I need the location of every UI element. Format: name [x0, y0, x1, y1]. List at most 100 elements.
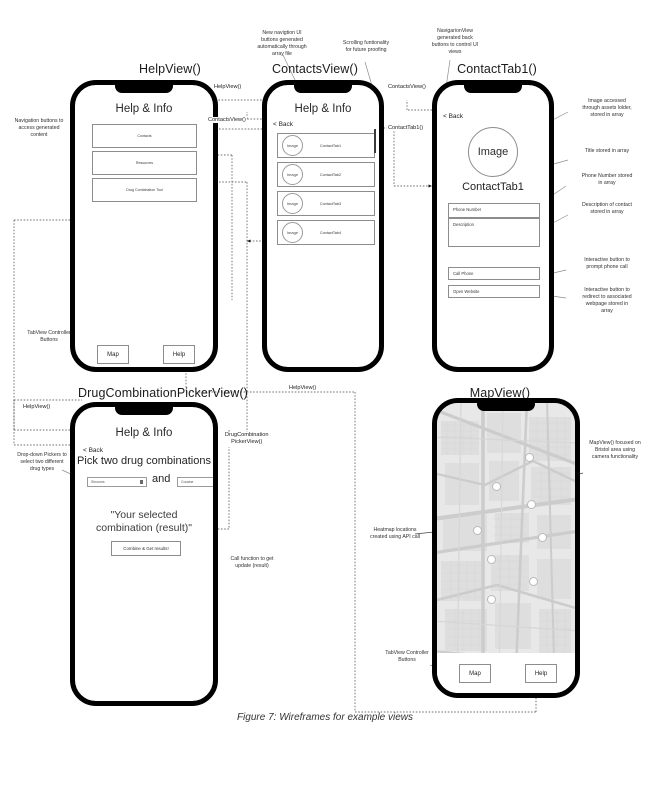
pickerview-title: DrugCombinationPickerView(): [78, 386, 248, 400]
map-heatmap-pin[interactable]: [492, 482, 501, 491]
phone-notch: [464, 85, 522, 93]
pickerview-conjunction: and: [152, 473, 171, 485]
chevron-down-icon: [139, 480, 143, 484]
map-heatmap-pin[interactable]: [473, 526, 482, 535]
contactsview-screen: Help & Info < Back Image ContactTab1 Ima…: [267, 85, 379, 367]
menu-label: Contacts: [137, 134, 152, 138]
contactsview-nav-title: Help & Info: [294, 103, 352, 115]
tab-label: Help: [172, 351, 186, 358]
helpview-menu-resources[interactable]: Resources: [92, 151, 197, 175]
contact-image-placeholder: Image: [282, 222, 303, 243]
map-canvas[interactable]: [437, 403, 575, 693]
phone-notch: [294, 85, 352, 93]
contact-row-label: ContactTab1: [319, 143, 342, 148]
map-heatmap-pin[interactable]: [525, 453, 534, 462]
contacts-row-4[interactable]: Image ContactTab4: [277, 220, 375, 245]
picker-value: Shrooms: [91, 480, 105, 484]
map-heatmap-pin[interactable]: [538, 533, 547, 542]
annotation-image-assets: Image accessed through assets lolder, st…: [582, 98, 632, 118]
annotation-call-button: Interactive button to prompt phone call: [584, 257, 630, 270]
flow-label-contacttab-a: ContactTab1(): [387, 125, 425, 131]
helpview-tab-help[interactable]: Help: [163, 345, 195, 364]
contact-image-placeholder: Image: [282, 193, 303, 214]
phone-mapview: Map Help: [432, 398, 580, 698]
phone-contactsview: Help & Info < Back Image ContactTab1 Ima…: [262, 80, 384, 372]
contacts-row-3[interactable]: Image ContactTab3: [277, 191, 375, 216]
contacttab-back-button[interactable]: < Back: [443, 113, 463, 120]
tab-label: Help: [534, 670, 548, 677]
annotation-description-array: Description of contact stored in array: [582, 202, 632, 215]
annotation-title-array: Title stored in array: [584, 148, 630, 154]
mapview-tab-map[interactable]: Map: [459, 664, 491, 683]
helpview-menu-drug-combination-tool[interactable]: Drug Combination Tool: [92, 178, 197, 202]
flow-label-helpview-c: HelpView(): [22, 404, 52, 410]
contacts-row-2[interactable]: Image ContactTab2: [277, 162, 375, 187]
menu-label: Resources: [135, 161, 154, 165]
annotation-website-button: Interactive button to redirect to associ…: [582, 287, 632, 314]
contact-row-label: ContactTab4: [319, 230, 342, 235]
phone-notch: [115, 85, 173, 93]
contacttab-call-phone-button[interactable]: Call Phone: [448, 267, 540, 280]
drug-picker-two[interactable]: Cocaine: [177, 477, 213, 487]
helpview-tab-map[interactable]: Map: [97, 345, 129, 364]
contacttab-name: ContactTab1: [462, 181, 524, 193]
flow-label-contactsview-a: ContactsView(): [207, 117, 247, 123]
phone-helpview: Help & Info Contacts Resources Drug Comb…: [70, 80, 218, 372]
pickerview-prompt: Pick two drug combinations: [77, 455, 211, 467]
annotation-phone-array: Phone Number stored in array: [581, 173, 633, 186]
figure-caption: Figure 7: Wireframes for example views: [236, 712, 414, 723]
flow-label-contactsview-b: ContactsView(): [387, 84, 427, 90]
annotation-nav-buttons: Navigation buttons to access generated c…: [14, 118, 64, 138]
contact-image-placeholder: Image: [282, 135, 303, 156]
annotation-navigation-back: NavigarionView generated back buttons to…: [431, 28, 479, 55]
pickerview-nav-title: Help & Info: [115, 427, 173, 439]
phone-notch: [115, 407, 173, 415]
pickerview-result-text: "Your selected combination (result)": [96, 509, 192, 535]
flow-label-helpview-a: HelpView(): [213, 84, 243, 90]
contacttab-open-website-button[interactable]: Open Website: [448, 285, 540, 298]
annotation-tabview-buttons-help: TabView Controller Buttons: [27, 330, 71, 343]
phone-contacttab: < Back Image ContactTab1 Phone Number De…: [432, 80, 554, 372]
map-heatmap-pin[interactable]: [529, 577, 538, 586]
annotation-heatmap: Heatmap locations created using API call: [370, 527, 420, 540]
contacttab-description-field: Description: [448, 218, 540, 247]
contacttab-title: ContactTab1(): [457, 62, 537, 76]
tab-label: Map: [107, 351, 119, 358]
phone-pickerview: Help & Info < Back Pick two drug combina…: [70, 402, 218, 706]
annotation-call-function: Call function to get update (result): [230, 556, 274, 569]
figure-canvas: HelpView() Help & Info Contacts Resource…: [0, 0, 650, 800]
contact-row-label: ContactTab3: [319, 201, 342, 206]
annotation-new-nav-ui: New navigtion UI buttons generated autom…: [257, 30, 307, 57]
map-heatmap-pin[interactable]: [487, 595, 496, 604]
mapview-tab-help[interactable]: Help: [525, 664, 557, 683]
contactsview-title: ContactsView(): [272, 62, 358, 76]
pickerview-screen: Help & Info < Back Pick two drug combina…: [75, 407, 213, 701]
annotation-scrolling: Scrolling funtionality for future proofi…: [342, 40, 390, 53]
contact-row-label: ContactTab2: [319, 172, 342, 177]
contact-image-placeholder: Image: [282, 164, 303, 185]
menu-label: Drug Combination Tool: [126, 188, 163, 192]
tab-label: Map: [469, 670, 481, 677]
annotation-tabview-buttons-map: TabView Controller Buttons: [385, 650, 429, 663]
drug-picker-one[interactable]: Shrooms: [87, 477, 147, 487]
helpview-screen: Help & Info Contacts Resources Drug Comb…: [75, 85, 213, 367]
annotation-dropdown-pickers: Drop-down Pickers to select two differen…: [17, 452, 67, 472]
contacttab-phone-field: Phone Number: [448, 203, 540, 218]
contactsview-back-button[interactable]: < Back: [273, 121, 293, 128]
picker-value: Cocaine: [181, 480, 194, 484]
contacts-row-1[interactable]: Image ContactTab1: [277, 133, 375, 158]
combine-get-results-button[interactable]: Combine & Get results!: [111, 541, 181, 556]
contacttab-avatar: Image: [468, 127, 518, 177]
contactsview-scrollbar[interactable]: [374, 129, 376, 153]
map-heatmap-pin[interactable]: [527, 500, 536, 509]
annotation-map-camera: MapView() focused on Bristol area using …: [589, 440, 641, 460]
pickerview-back-button[interactable]: < Back: [83, 447, 103, 454]
flow-label-pickerview: DrugCombination PickerView(): [224, 432, 270, 447]
phone-notch: [477, 403, 535, 411]
map-heatmap-pin[interactable]: [487, 555, 496, 564]
flow-label-helpview-b: HelpView(): [288, 385, 318, 391]
contacttab-screen: < Back Image ContactTab1 Phone Number De…: [437, 85, 549, 367]
mapview-screen: Map Help: [437, 403, 575, 693]
helpview-menu-contacts[interactable]: Contacts: [92, 124, 197, 148]
helpview-nav-title: Help & Info: [115, 103, 173, 115]
